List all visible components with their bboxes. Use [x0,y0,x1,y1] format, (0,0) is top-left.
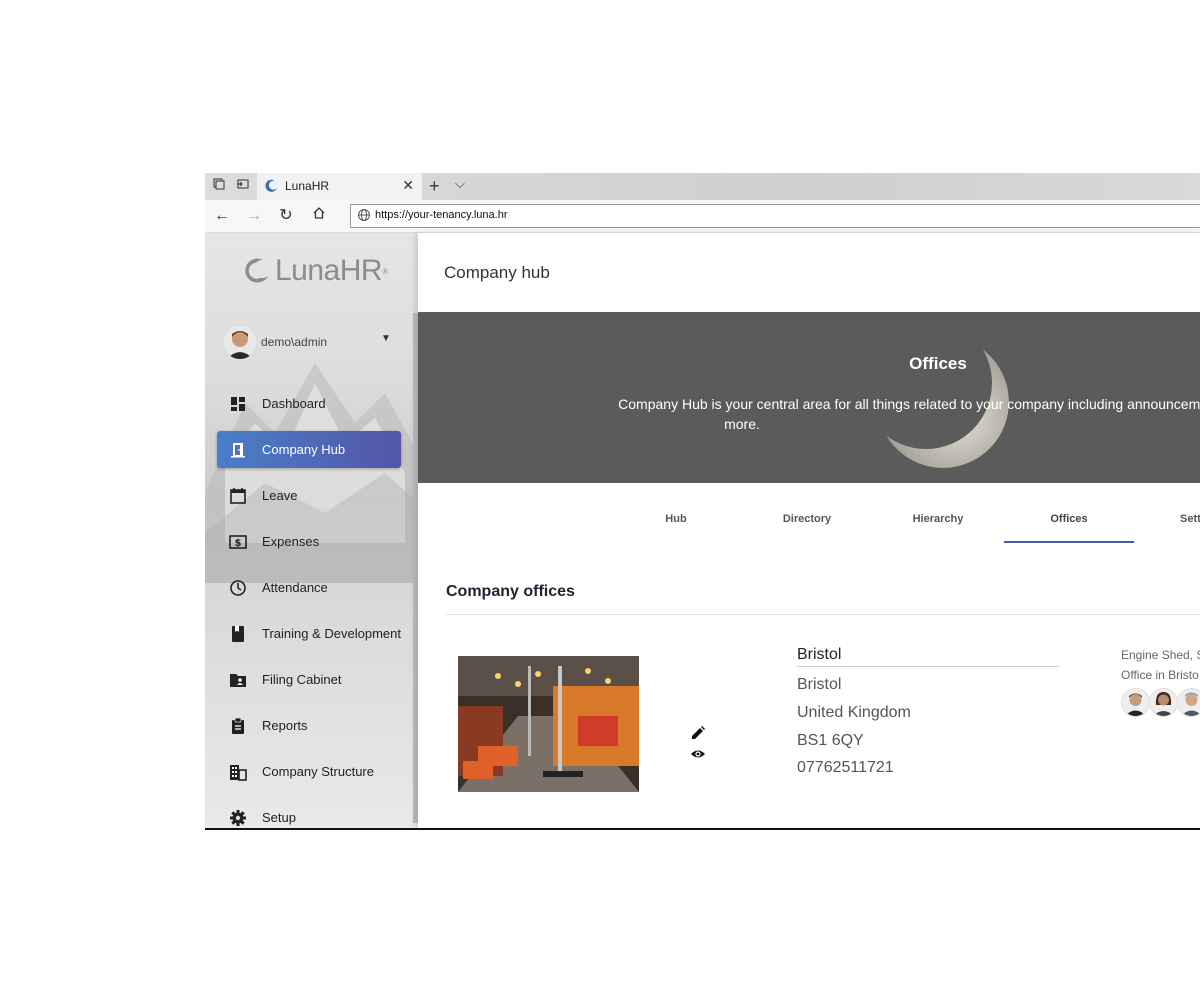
dashboard-icon [231,397,245,411]
avatar[interactable] [1149,688,1178,717]
clipboard-icon [232,717,244,734]
office-actions [690,725,730,758]
user-name: demo\admin [261,335,328,349]
building-icon [230,765,247,781]
tab-hub[interactable]: Hub [611,503,741,541]
sidebar-item-filing-cabinet[interactable]: Filing Cabinet [217,661,401,698]
sidebar-item-company-structure[interactable]: Company Structure [217,753,401,790]
clock-icon [230,580,246,596]
lunahr-favicon-icon [265,179,277,192]
lunahr-logo: LunaHR ® [241,253,388,289]
tab-settings[interactable]: Sett [1135,503,1200,541]
office-postcode: BS1 6QY [797,732,864,749]
tab-title: LunaHR [285,179,330,193]
office-country: United Kingdom [797,704,911,721]
door-icon [231,443,245,458]
address-bar[interactable] [350,204,1200,228]
sidebar-item-dashboard[interactable]: Dashboard [217,385,401,422]
tab-offices[interactable]: Offices [1004,503,1134,543]
home-icon[interactable] [308,206,330,226]
navigation-bar: ← → ↻ [205,200,1200,233]
sidebar-item-training[interactable]: Training & Development [217,615,401,652]
section-title: Company offices [446,583,575,600]
back-icon[interactable]: ← [211,206,233,226]
office-name: Bristol [797,646,1059,667]
hub-tabs: Hub Directory Hierarchy Offices Sett [418,503,1200,543]
office-photo [458,656,639,792]
sidebar-item-expenses[interactable]: $ Expenses [217,523,401,560]
office-desc-line2: Office in Bristo [1121,668,1199,682]
tab-actions-icon[interactable] [209,177,229,195]
office-description: Engine Shed, S Office in Bristo [1121,645,1200,685]
banner-text: Company Hub is your central area for all… [488,394,1200,434]
globe-icon [358,209,370,221]
tab-hierarchy[interactable]: Hierarchy [873,503,1003,541]
banner-text-line2: more. [724,416,760,432]
view-icon[interactable] [690,746,706,762]
browser-window: LunaHR ✕ + ⌵ ← → ↻ LunaHR [205,173,1200,830]
tab-directory[interactable]: Directory [742,503,872,541]
hub-banner: Offices Company Hub is your central area… [418,312,1200,483]
sidebar-item-attendance[interactable]: Attendance [217,569,401,606]
office-desc-line1: Engine Shed, S [1121,648,1200,662]
new-tab-icon[interactable]: + [429,176,440,197]
close-icon[interactable]: ✕ [402,177,414,194]
office-city: Bristol [797,676,842,693]
banner-title: Offices [909,354,967,373]
divider [446,614,1200,615]
sidebar-item-leave[interactable]: Leave [217,477,401,514]
office-phone: 07762511721 [797,759,894,776]
page-title: Company hub [444,263,550,282]
gear-icon [230,810,246,826]
avatar[interactable] [1121,688,1150,717]
chevron-down-icon[interactable]: ⌵ [455,176,465,192]
caret-down-icon[interactable]: ▼ [381,333,391,344]
folder-icon [230,674,246,687]
edit-icon[interactable] [690,725,706,741]
sidebar-item-setup[interactable]: Setup [217,799,401,828]
refresh-icon[interactable]: ↻ [275,206,297,226]
sidebar: LunaHR ® demo\admin ▼ Dashboard Company … [205,233,418,828]
tabs-aside-icon[interactable] [233,177,253,195]
calendar-icon [230,488,246,504]
svg-text:$: $ [235,538,242,549]
forward-icon[interactable]: → [243,206,265,226]
sidebar-item-reports[interactable]: Reports [217,707,401,744]
luna-moon-icon [245,258,268,283]
banner-text-line1: Company Hub is your central area for all… [618,396,1200,412]
sidebar-item-company-hub[interactable]: Company Hub [217,431,401,468]
book-icon [232,626,244,642]
avatar[interactable] [1177,688,1200,717]
main-content: Company hub Offices Company Hub is your … [418,233,1200,828]
user-menu[interactable]: demo\admin ▼ [223,325,403,361]
url-input[interactable] [375,207,1075,223]
tab-strip: LunaHR ✕ + ⌵ [205,173,1200,200]
browser-tab[interactable]: LunaHR ✕ [257,173,422,200]
avatar [223,325,257,359]
money-icon: $ [229,535,247,549]
